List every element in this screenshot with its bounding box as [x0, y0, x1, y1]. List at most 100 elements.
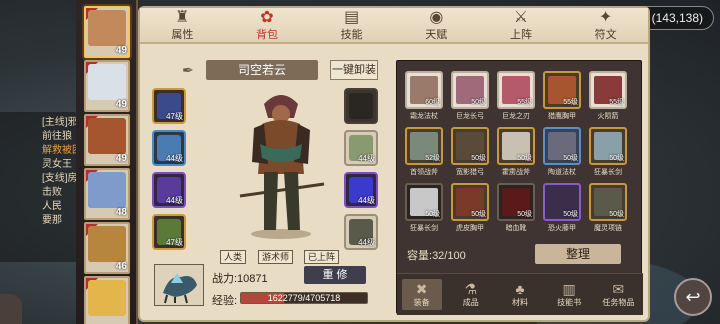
tab-character[interactable]: ♜ 属性 — [152, 9, 212, 42]
item-name: 霜龙法杖 — [410, 113, 438, 120]
equipment-icon: ✖ — [415, 281, 428, 297]
quest-line: 灵女王 — [42, 159, 72, 170]
item-level: 50级 — [563, 155, 578, 162]
quest-line: [支线]房屋 — [42, 173, 76, 184]
bag-tab-quest-item[interactable]: ✉ 任务物品 — [598, 281, 638, 308]
equipment-icon — [349, 93, 373, 119]
hero-card[interactable]: 48 — [84, 168, 130, 220]
pet-icon — [163, 273, 197, 304]
return-button[interactable]: ↩ — [674, 278, 712, 316]
equipment-slot[interactable]: 44级 — [152, 172, 186, 208]
bag-tab-material[interactable]: ♣ 材料 — [500, 281, 540, 308]
inventory-item[interactable]: 60级 — [405, 71, 443, 109]
exp-bar: 1622779/4705718 — [240, 292, 368, 304]
tab-label: 背包 — [255, 28, 278, 41]
item-name: 狂暴长剑 — [410, 225, 438, 232]
inventory-item[interactable]: 50级 — [589, 183, 627, 221]
inventory-item[interactable]: 50级 — [405, 183, 443, 221]
tab-rune[interactable]: ✦ 符文 — [576, 9, 636, 42]
quest-line: 击败 — [42, 187, 62, 198]
tab-label: 技能 — [340, 28, 363, 41]
hero-portrait — [88, 10, 126, 46]
formation-swords-icon: ⚔ — [513, 8, 529, 26]
equipment-slot[interactable]: 44级 — [344, 214, 378, 250]
inventory-item[interactable]: 50级 — [497, 127, 535, 165]
item-level: 50级 — [517, 155, 532, 162]
quest-line: 人民 — [42, 201, 62, 212]
item-name: 巨龙之刃 — [502, 113, 530, 120]
inventory-item[interactable]: 50级 — [451, 71, 489, 109]
tab-talent-eye[interactable]: ◉ 天赋 — [406, 9, 466, 42]
capacity-value: 32/100 — [432, 250, 466, 262]
rebuild-button[interactable]: 重 修 — [304, 266, 366, 284]
role-tag: 游术师 — [258, 250, 294, 264]
inventory-item[interactable]: 55级 — [497, 71, 535, 109]
tab-formation-swords[interactable]: ⚔ 上阵 — [491, 9, 551, 42]
inventory-bag: 60级 霜龙法杖 50级 巨龙长弓 55级 巨龙之刃 55级 猎鹰胸甲 55级 火陨箭 52级 首领战… — [396, 60, 643, 315]
bag-tab-product[interactable]: ⚗ 成品 — [451, 281, 491, 308]
hero-card[interactable] — [84, 276, 130, 324]
inventory-item[interactable]: 52级 — [405, 127, 443, 165]
character-icon: ♜ — [175, 8, 190, 26]
hero-card[interactable]: 46 — [84, 222, 130, 274]
skill-book-icon: ▤ — [344, 8, 360, 26]
equipment-slot[interactable] — [344, 88, 378, 124]
return-icon: ↩ — [685, 286, 701, 307]
item-level: 50级 — [563, 211, 578, 218]
quest-line: 解救被困 — [42, 145, 76, 156]
quest-line: 要那 — [42, 215, 62, 226]
character-panel: ♜ 属性 ✿ 背包 ▤ 技能 ◉ 天赋 ⚔ 上阵 ✦ 符文 ✒ 司空若云 一键卸装 — [140, 8, 648, 320]
quest-line: 前往狼 — [42, 131, 72, 142]
equipment-slot[interactable]: 44级 — [344, 172, 378, 208]
tab-label: 天赋 — [425, 28, 448, 41]
unequip-all-button[interactable]: 一键卸装 — [330, 60, 378, 80]
capacity: 容量:32/100 — [407, 247, 466, 263]
hero-portrait — [88, 280, 126, 316]
item-level: 50级 — [517, 211, 532, 218]
inventory-item[interactable]: 55级 — [543, 71, 581, 109]
hero-card[interactable]: 49 — [84, 60, 130, 112]
left-corner-button[interactable] — [0, 294, 22, 324]
bag-tab-label: 技能书 — [557, 298, 582, 307]
inventory-item[interactable]: 50级 — [451, 127, 489, 165]
item-name: 陶道法杖 — [548, 169, 576, 176]
item-name: 霍雳战斧 — [502, 169, 530, 176]
hero-level: 49 — [115, 99, 127, 110]
pet-slot[interactable] — [154, 264, 204, 306]
role-tag: 已上阵 — [304, 250, 340, 264]
item-name: 宽影猎弓 — [456, 169, 484, 176]
inventory-item[interactable]: 50级 — [543, 183, 581, 221]
item-name: 魔灵项链 — [594, 225, 622, 232]
bag-tab-label: 材料 — [511, 298, 528, 307]
character-figure — [239, 95, 325, 239]
exp-text: 1622779/4705718 — [267, 293, 341, 303]
inventory-item[interactable]: 50级 — [589, 127, 627, 165]
equipment-slot[interactable]: 47级 — [152, 88, 186, 124]
hero-card[interactable]: 49 — [84, 6, 130, 58]
quest-tracker[interactable]: [主线]邪狼兵前往狼解救被困灵女王 [支线]房屋击败人民要那 — [0, 112, 80, 262]
equipment-slot[interactable]: 44级 — [344, 130, 378, 166]
power-value: 战力:10871 — [212, 273, 268, 285]
equipment-level: 47级 — [166, 238, 183, 247]
item-level: 50级 — [471, 99, 486, 106]
sort-button[interactable]: 整理 — [535, 244, 621, 264]
inventory-item[interactable]: 55级 — [589, 71, 627, 109]
rune-icon: ✦ — [598, 8, 613, 26]
inventory-item[interactable]: 50级 — [451, 183, 489, 221]
bag-tab-skillbook[interactable]: ▥ 技能书 — [549, 281, 589, 308]
equipment-slot[interactable]: 44级 — [152, 130, 186, 166]
hero-level: 46 — [115, 261, 127, 272]
bag-tab-equipment[interactable]: ✖ 装备 — [401, 279, 442, 310]
rename-icon[interactable]: ✒ — [182, 62, 194, 79]
equipment-slot[interactable]: 47级 — [152, 214, 186, 250]
tab-label: 属性 — [171, 28, 194, 41]
tab-skill-book[interactable]: ▤ 技能 — [322, 9, 382, 42]
hero-card[interactable]: 49 — [84, 114, 130, 166]
item-level: 50级 — [471, 155, 486, 162]
inventory-item[interactable]: 50级 — [543, 127, 581, 165]
inventory-item[interactable]: 50级 — [497, 183, 535, 221]
bag-tab-label: 成品 — [462, 298, 479, 307]
tab-backpack[interactable]: ✿ 背包 — [237, 9, 297, 42]
item-level: 60级 — [425, 99, 440, 106]
item-name: 火陨箭 — [597, 113, 619, 120]
